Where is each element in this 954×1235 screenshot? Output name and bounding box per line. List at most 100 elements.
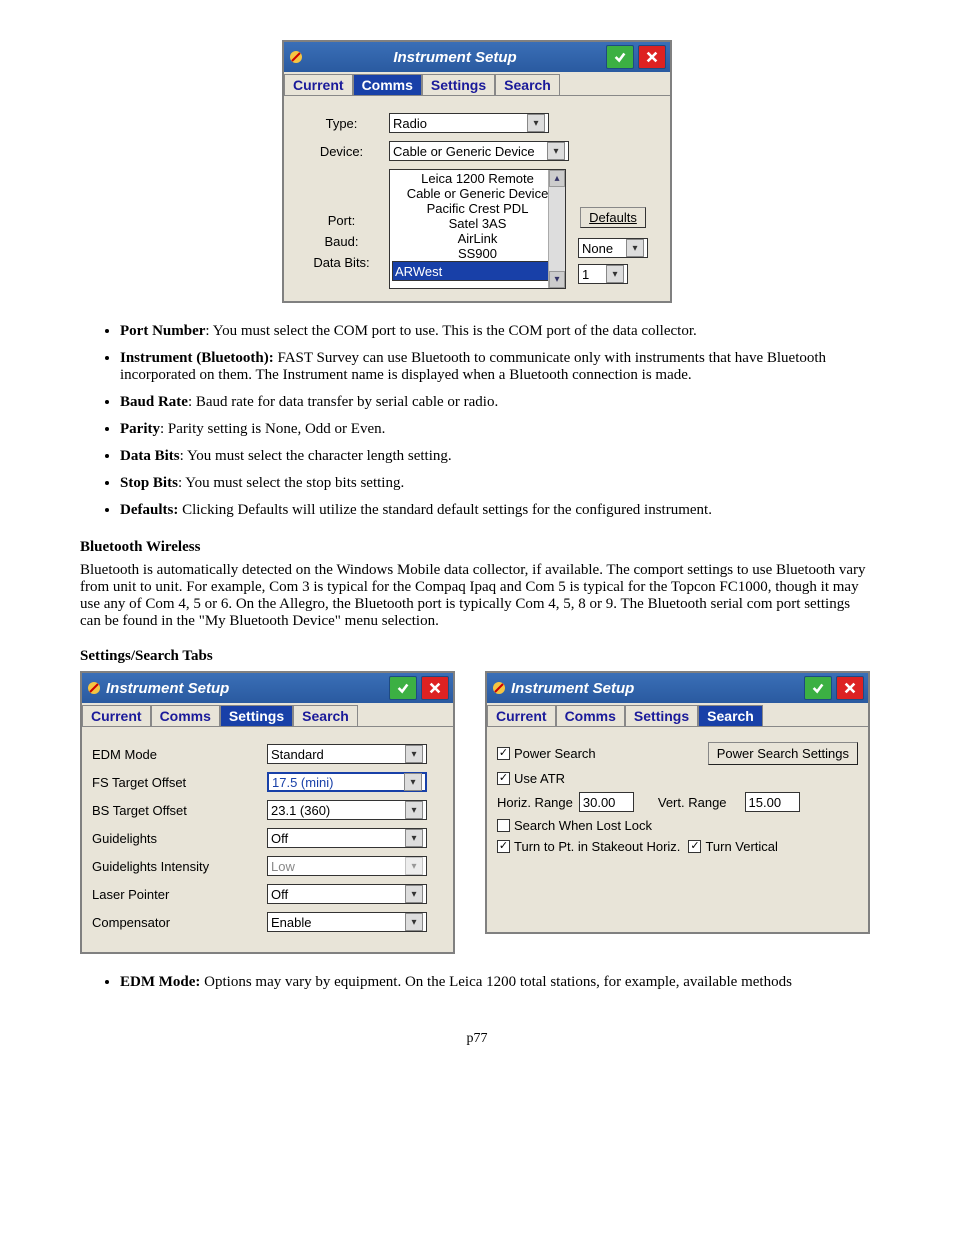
power-search-settings-button[interactable]: Power Search Settings	[708, 742, 858, 765]
bluetooth-paragraph: Bluetooth is automatically detected on t…	[80, 562, 874, 630]
tab-bar: Current Comms Settings Search	[284, 72, 670, 95]
turn-horiz-checkbox[interactable]	[497, 840, 510, 853]
chevron-down-icon	[405, 913, 423, 931]
tab-search[interactable]: Search	[495, 74, 560, 95]
app-icon	[491, 680, 507, 696]
parameter-bullet-list: Port Number: You must select the COM por…	[80, 323, 874, 519]
type-label: Type:	[294, 116, 389, 131]
setting-select[interactable]: Off	[267, 828, 427, 848]
horiz-range-label: Horiz. Range	[497, 795, 573, 810]
device-select[interactable]: Cable or Generic Device	[389, 141, 569, 161]
tab-comms[interactable]: Comms	[556, 705, 625, 726]
bullet-item: Data Bits: You must select the character…	[120, 448, 874, 465]
edm-bullet-list: EDM Mode: Options may vary by equipment.…	[80, 974, 874, 991]
chevron-down-icon	[405, 801, 423, 819]
ok-button[interactable]	[804, 676, 832, 700]
window-title: Instrument Setup	[308, 49, 602, 66]
bullet-item: EDM Mode: Options may vary by equipment.…	[120, 974, 874, 991]
tab-settings[interactable]: Settings	[422, 74, 495, 95]
chevron-down-icon	[527, 114, 545, 132]
tab-current[interactable]: Current	[487, 705, 556, 726]
vert-range-input[interactable]: 15.00	[745, 792, 800, 812]
setting-label: Compensator	[92, 915, 267, 930]
setting-select[interactable]: 17.5 (mini)	[267, 772, 427, 792]
dropdown-item[interactable]: Cable or Generic Device	[392, 186, 563, 201]
databits-label: Data Bits:	[294, 255, 389, 270]
app-icon	[86, 680, 102, 696]
search-lost-lock-label: Search When Lost Lock	[514, 818, 652, 833]
instrument-setup-search-window: Instrument Setup Current Comms Settings …	[485, 671, 870, 934]
device-label: Device:	[294, 144, 389, 159]
setting-label: BS Target Offset	[92, 803, 267, 818]
window-title: Instrument Setup	[106, 680, 385, 697]
vert-range-label: Vert. Range	[658, 795, 727, 810]
tab-search[interactable]: Search	[698, 705, 763, 726]
close-button[interactable]	[836, 676, 864, 700]
dropdown-item[interactable]: ARWest	[392, 261, 563, 281]
tab-current[interactable]: Current	[82, 705, 151, 726]
setting-select: Low	[267, 856, 427, 876]
dropdown-item[interactable]: AirLink	[392, 231, 563, 246]
dropdown-item[interactable]: SS900	[392, 246, 563, 261]
setting-label: Laser Pointer	[92, 887, 267, 902]
tab-settings[interactable]: Settings	[220, 705, 293, 726]
setting-select[interactable]: Off	[267, 884, 427, 904]
tab-current[interactable]: Current	[284, 74, 353, 95]
turn-vertical-label: Turn Vertical	[705, 839, 778, 854]
close-button[interactable]	[421, 676, 449, 700]
chevron-down-icon	[404, 773, 422, 791]
turn-horiz-label: Turn to Pt. in Stakeout Horiz.	[514, 839, 680, 854]
chevron-down-icon	[405, 857, 423, 875]
tab-comms[interactable]: Comms	[151, 705, 220, 726]
close-button[interactable]	[638, 45, 666, 69]
ok-button[interactable]	[606, 45, 634, 69]
chevron-down-icon	[405, 745, 423, 763]
tab-settings[interactable]: Settings	[625, 705, 698, 726]
tab-bar: Current Comms Settings Search	[487, 703, 868, 726]
scrollbar[interactable]: ▴ ▾	[548, 170, 565, 288]
bullet-item: Instrument (Bluetooth): FAST Survey can …	[120, 350, 874, 384]
bullet-item: Port Number: You must select the COM por…	[120, 323, 874, 340]
settings-search-heading: Settings/Search Tabs	[80, 648, 213, 664]
setting-label: Guidelights	[92, 831, 267, 846]
baud-label: Baud:	[294, 234, 389, 249]
tab-search[interactable]: Search	[293, 705, 358, 726]
horiz-range-input[interactable]: 30.00	[579, 792, 634, 812]
power-search-label: Power Search	[514, 746, 708, 761]
setting-label: EDM Mode	[92, 747, 267, 762]
tab-comms[interactable]: Comms	[353, 74, 422, 95]
app-icon	[288, 49, 304, 65]
search-lost-lock-checkbox[interactable]	[497, 819, 510, 832]
power-search-checkbox[interactable]	[497, 747, 510, 760]
ok-button[interactable]	[389, 676, 417, 700]
defaults-button[interactable]: Defaults	[580, 207, 646, 228]
dropdown-item[interactable]: Satel 3AS	[392, 216, 563, 231]
scroll-up-icon[interactable]: ▴	[549, 170, 565, 187]
setting-select[interactable]: 23.1 (360)	[267, 800, 427, 820]
chevron-down-icon	[606, 265, 624, 283]
instrument-setup-settings-window: Instrument Setup Current Comms Settings …	[80, 671, 455, 954]
dropdown-item[interactable]: Leica 1200 Remote	[392, 171, 563, 186]
type-select[interactable]: Radio	[389, 113, 549, 133]
chevron-down-icon	[547, 142, 565, 160]
use-atr-label: Use ATR	[514, 771, 565, 786]
setting-label: Guidelights Intensity	[92, 859, 267, 874]
parity-select[interactable]: None	[578, 238, 648, 258]
bullet-item: Parity: Parity setting is None, Odd or E…	[120, 421, 874, 438]
page-number: p77	[80, 1031, 874, 1047]
bullet-item: Baud Rate: Baud rate for data transfer b…	[120, 394, 874, 411]
scroll-down-icon[interactable]: ▾	[549, 271, 565, 288]
window-titlebar: Instrument Setup	[284, 42, 670, 72]
bullet-item: Stop Bits: You must select the stop bits…	[120, 475, 874, 492]
stopbits-select[interactable]: 1	[578, 264, 628, 284]
use-atr-checkbox[interactable]	[497, 772, 510, 785]
window-title: Instrument Setup	[511, 680, 800, 697]
turn-vertical-checkbox[interactable]	[688, 840, 701, 853]
window-titlebar: Instrument Setup	[82, 673, 453, 703]
chevron-down-icon	[405, 885, 423, 903]
setting-select[interactable]: Enable	[267, 912, 427, 932]
setting-select[interactable]: Standard	[267, 744, 427, 764]
dropdown-item[interactable]: Pacific Crest PDL	[392, 201, 563, 216]
chevron-down-icon	[626, 239, 644, 257]
device-dropdown-list[interactable]: Leica 1200 RemoteCable or Generic Device…	[389, 169, 566, 289]
